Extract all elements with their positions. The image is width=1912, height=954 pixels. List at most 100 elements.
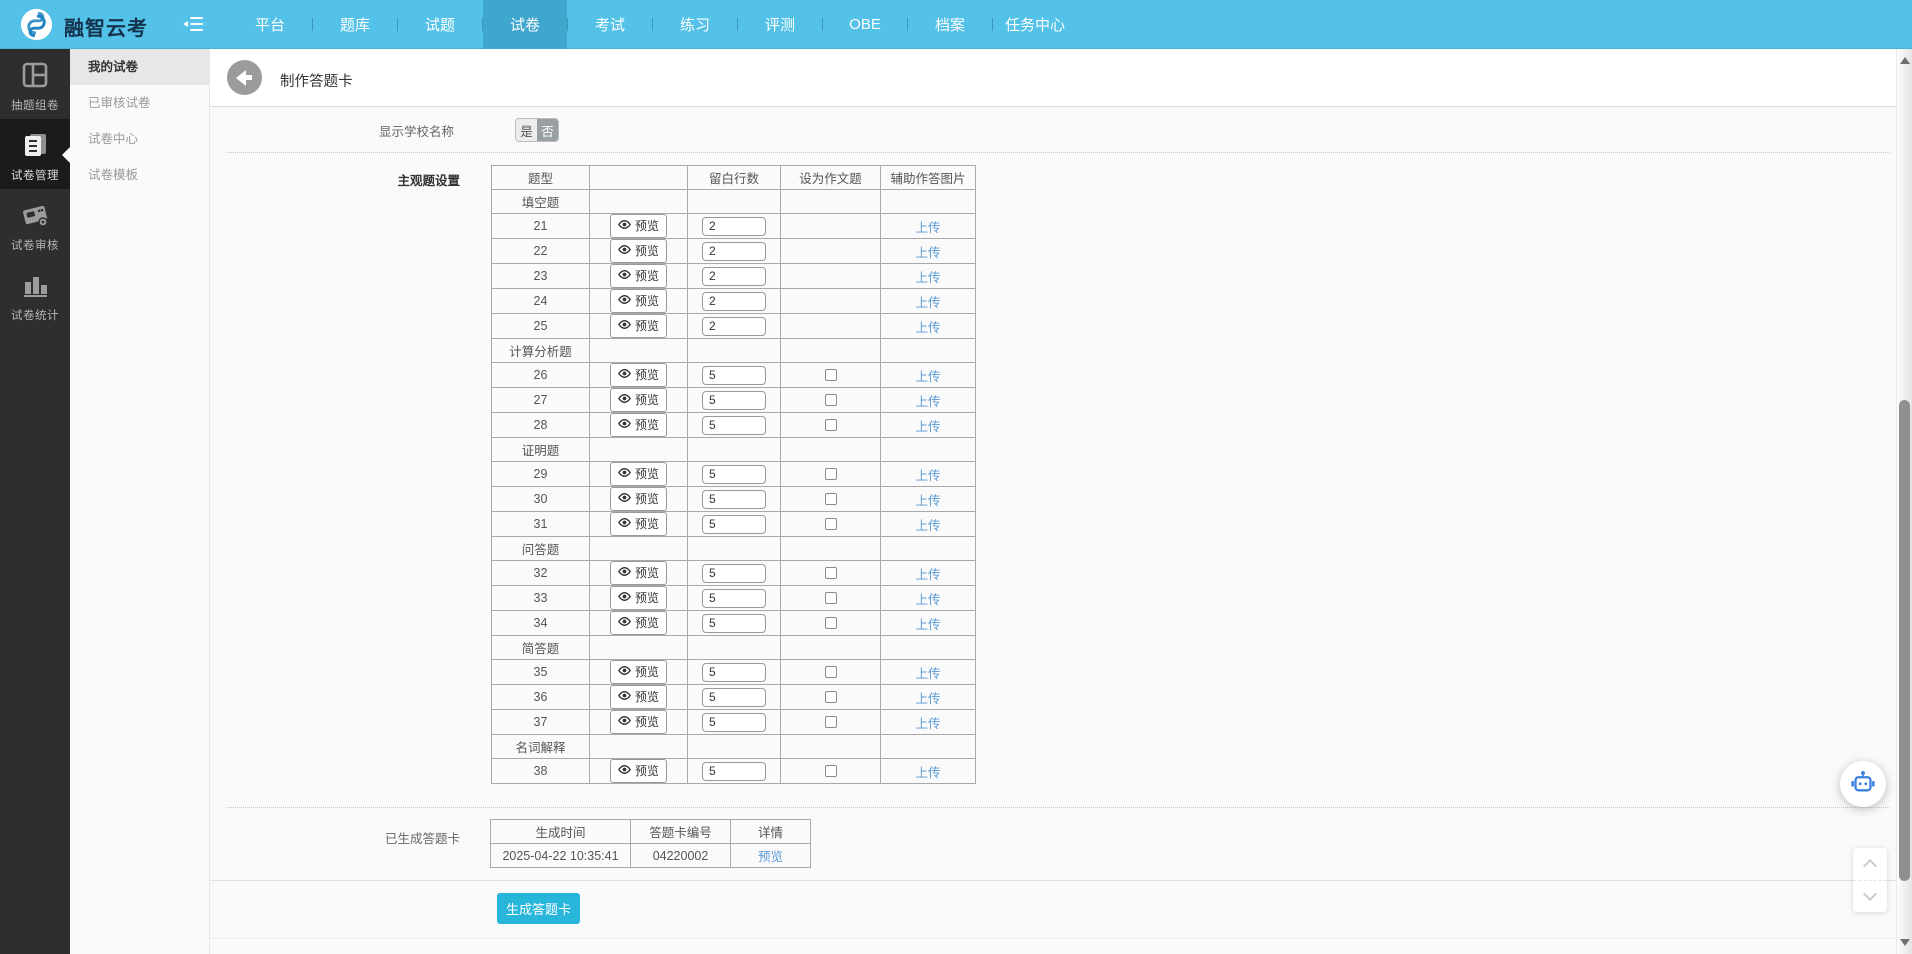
upload-link[interactable]: 上传 (915, 395, 940, 409)
scroll-up-button[interactable] (1853, 848, 1887, 880)
back-button[interactable] (227, 60, 262, 95)
nav-item-9[interactable]: 档案 (908, 0, 992, 49)
nav-item-6[interactable]: 练习 (653, 0, 737, 49)
blank-lines-input[interactable] (702, 391, 766, 410)
preview-button[interactable]: 预览 (610, 611, 667, 635)
scrollbar-up-arrow[interactable] (1900, 57, 1910, 64)
blank-lines-input[interactable] (702, 317, 766, 336)
upload-link[interactable]: 上传 (915, 221, 940, 235)
preview-button[interactable]: 预览 (610, 685, 667, 709)
upload-link[interactable]: 上传 (915, 420, 940, 434)
upload-link[interactable]: 上传 (915, 469, 940, 483)
blank-lines-input[interactable] (702, 465, 766, 484)
preview-button[interactable]: 预览 (610, 289, 667, 313)
upload-link[interactable]: 上传 (915, 370, 940, 384)
nav-item-10[interactable]: 任务中心 (993, 0, 1077, 49)
blank-lines-input[interactable] (702, 663, 766, 682)
essay-checkbox[interactable] (825, 765, 837, 777)
blank-lines-input[interactable] (702, 515, 766, 534)
preview-button[interactable]: 预览 (610, 314, 667, 338)
preview-button[interactable]: 预览 (610, 214, 667, 238)
upload-link[interactable]: 上传 (915, 667, 940, 681)
blank-lines-input[interactable] (702, 242, 766, 261)
preview-button[interactable]: 预览 (610, 388, 667, 412)
upload-link[interactable]: 上传 (915, 766, 940, 780)
sidebar-item-1[interactable]: 抽题组卷 (0, 49, 70, 119)
essay-checkbox[interactable] (825, 567, 837, 579)
submenu-item-3[interactable]: 试卷中心 (70, 121, 209, 157)
upload-link[interactable]: 上传 (915, 618, 940, 632)
nav-item-3[interactable]: 试题 (398, 0, 482, 49)
upload-link[interactable]: 上传 (915, 494, 940, 508)
subjective-header-row: 题型留白行数设为作文题辅助作答图片 (492, 166, 976, 190)
preview-button[interactable]: 预览 (610, 363, 667, 387)
preview-button[interactable]: 预览 (610, 660, 667, 684)
upload-link[interactable]: 上传 (915, 568, 940, 582)
nav-item-2[interactable]: 题库 (313, 0, 397, 49)
preview-button[interactable]: 预览 (610, 586, 667, 610)
blank-lines-input[interactable] (702, 292, 766, 311)
essay-checkbox[interactable] (825, 716, 837, 728)
essay-checkbox[interactable] (825, 592, 837, 604)
preview-button[interactable]: 预览 (610, 462, 667, 486)
blank-lines-input[interactable] (702, 267, 766, 286)
upload-link[interactable]: 上传 (915, 692, 940, 706)
nav-item-4[interactable]: 试卷 (483, 0, 567, 49)
sidebar-collapse-icon[interactable] (183, 16, 203, 32)
essay-checkbox[interactable] (825, 518, 837, 530)
preview-button[interactable]: 预览 (610, 759, 667, 783)
nav-item-1[interactable]: 平台 (228, 0, 312, 49)
upload-link[interactable]: 上传 (915, 296, 940, 310)
essay-checkbox[interactable] (825, 394, 837, 406)
generate-answer-card-button[interactable]: 生成答题卡 (497, 893, 580, 924)
toggle-option-1[interactable]: 是 (516, 119, 537, 141)
sidebar-item-3[interactable]: 试卷审核 (0, 189, 70, 259)
vertical-scrollbar[interactable] (1896, 49, 1912, 954)
nav-item-7[interactable]: 评测 (738, 0, 822, 49)
preview-button[interactable]: 预览 (610, 710, 667, 734)
blank-lines-input[interactable] (702, 762, 766, 781)
blank-lines-input[interactable] (702, 589, 766, 608)
essay-checkbox[interactable] (825, 468, 837, 480)
essay-checkbox[interactable] (825, 419, 837, 431)
toggle-option-2[interactable]: 否 (537, 119, 558, 141)
card-preview-link[interactable]: 预览 (758, 850, 783, 864)
upload-link[interactable]: 上传 (915, 246, 940, 260)
upload-link[interactable]: 上传 (915, 717, 940, 731)
preview-button[interactable]: 预览 (610, 512, 667, 536)
preview-button[interactable]: 预览 (610, 239, 667, 263)
blank-lines-input[interactable] (702, 614, 766, 633)
essay-checkbox[interactable] (825, 691, 837, 703)
blank-lines-input[interactable] (702, 490, 766, 509)
preview-button[interactable]: 预览 (610, 413, 667, 437)
blank-lines-input[interactable] (702, 688, 766, 707)
ai-robot-fab[interactable] (1840, 761, 1886, 807)
sidebar-item-4[interactable]: 试卷统计 (0, 259, 70, 329)
upload-link[interactable]: 上传 (915, 271, 940, 285)
scrollbar-thumb[interactable] (1899, 400, 1910, 881)
nav-item-5[interactable]: 考试 (568, 0, 652, 49)
scrollbar-down-arrow[interactable] (1900, 939, 1910, 946)
preview-button[interactable]: 预览 (610, 561, 667, 585)
blank-lines-input[interactable] (702, 713, 766, 732)
preview-label: 预览 (635, 663, 659, 680)
essay-checkbox[interactable] (825, 369, 837, 381)
sidebar-item-2[interactable]: 试卷管理 (0, 119, 70, 189)
nav-item-8[interactable]: OBE (823, 0, 907, 49)
essay-checkbox[interactable] (825, 617, 837, 629)
preview-button[interactable]: 预览 (610, 487, 667, 511)
scroll-down-button[interactable] (1853, 880, 1887, 912)
submenu-item-2[interactable]: 已审核试卷 (70, 85, 209, 121)
blank-lines-input[interactable] (702, 416, 766, 435)
submenu-item-4[interactable]: 试卷模板 (70, 157, 209, 193)
preview-button[interactable]: 预览 (610, 264, 667, 288)
essay-checkbox[interactable] (825, 493, 837, 505)
submenu-item-1[interactable]: 我的试卷 (70, 49, 209, 85)
essay-checkbox[interactable] (825, 666, 837, 678)
upload-link[interactable]: 上传 (915, 321, 940, 335)
blank-lines-input[interactable] (702, 564, 766, 583)
blank-lines-input[interactable] (702, 217, 766, 236)
blank-lines-input[interactable] (702, 366, 766, 385)
upload-link[interactable]: 上传 (915, 593, 940, 607)
upload-link[interactable]: 上传 (915, 519, 940, 533)
